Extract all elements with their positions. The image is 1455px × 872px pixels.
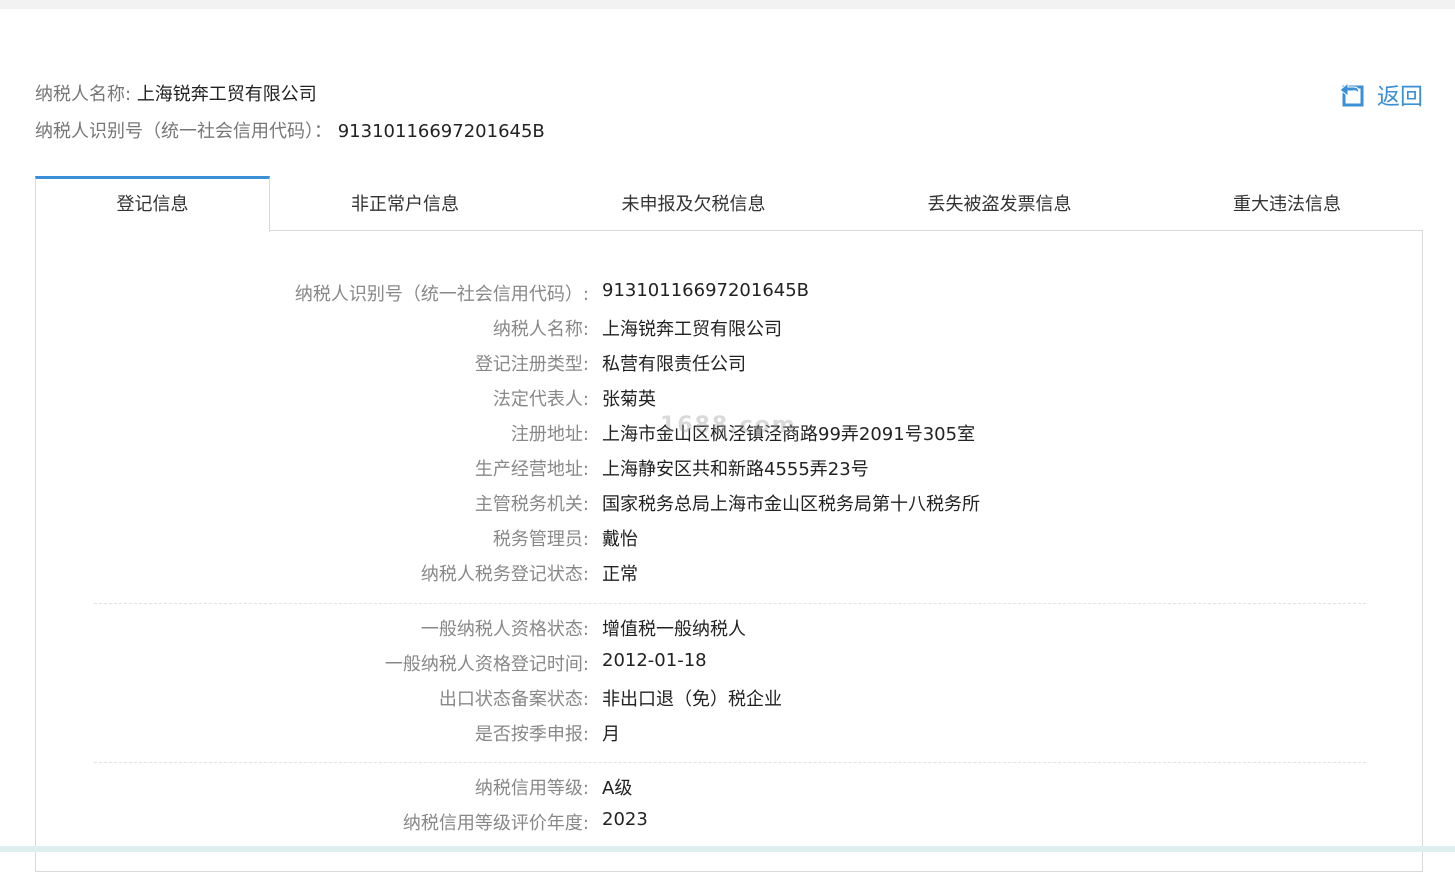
bottom-bar [0, 846, 1455, 852]
field-value: 91310116697201645B [602, 280, 810, 301]
tab-major-violation-info[interactable]: 重大违法信息 [1152, 176, 1422, 231]
field-value: 正常 [602, 564, 638, 585]
field-value: 国家税务总局上海市金山区税务局第十八税务所 [602, 494, 980, 515]
field-value: 非出口退（免）税企业 [602, 689, 782, 710]
section-divider [94, 603, 1366, 604]
field-row: 税务管理员: 戴怡 [36, 525, 1422, 555]
field-row: 纳税信用等级评价年度: 2023 [36, 809, 1422, 839]
section-divider [94, 762, 1366, 763]
taxpayer-id-label: 纳税人识别号（统一社会信用代码）： [35, 121, 332, 142]
tab-label: 丢失被盗发票信息 [927, 194, 1072, 215]
field-label: 是否按季申报: [474, 724, 589, 745]
taxpayer-name-value: 上海锐奔工贸有限公司 [136, 84, 317, 105]
field-label: 主管税务机关: [474, 494, 589, 515]
field-row: 是否按季申报: 月 [36, 720, 1422, 750]
field-row: 生产经营地址: 上海静安区共和新路4555弄23号 [36, 455, 1422, 485]
field-label: 一般纳税人资格状态: [420, 619, 589, 640]
back-label: 返回 [1377, 84, 1423, 110]
tab-label: 重大违法信息 [1233, 194, 1341, 215]
field-label: 纳税信用等级评价年度: [402, 813, 589, 834]
field-value: 上海静安区共和新路4555弄23号 [602, 459, 869, 480]
field-value: 2012-01-18 [602, 650, 707, 671]
taxpayer-name-header: 纳税人名称: 上海锐奔工贸有限公司 [35, 80, 317, 106]
field-label: 纳税人名称: [492, 319, 589, 340]
field-label: 纳税人识别号（统一社会信用代码）: [294, 284, 589, 305]
tab-registration-info[interactable]: 登记信息 [35, 176, 270, 232]
field-value: 戴怡 [602, 529, 638, 550]
field-row: 纳税信用等级: A级 [36, 774, 1422, 804]
back-arrow-icon [1339, 81, 1364, 107]
field-label: 税务管理员: [492, 529, 589, 550]
taxpayer-name-label: 纳税人名称: [35, 84, 132, 105]
tab-lost-stolen-invoice-info[interactable]: 丢失被盗发票信息 [847, 176, 1152, 231]
field-label: 注册地址: [510, 424, 589, 445]
field-row: 登记注册类型: 私营有限责任公司 [36, 350, 1422, 380]
field-label: 一般纳税人资格登记时间: [384, 654, 589, 675]
field-row: 法定代表人: 张菊英 [36, 385, 1422, 415]
field-label: 登记注册类型: [474, 354, 589, 375]
tab-label: 未申报及欠税信息 [621, 194, 766, 215]
registration-panel: 纳税人识别号（统一社会信用代码）: 91310116697201645B 纳税人… [35, 230, 1423, 872]
field-value: 私营有限责任公司 [602, 354, 746, 375]
tab-bar: 登记信息 非正常户信息 未申报及欠税信息 丢失被盗发票信息 重大违法信息 [35, 176, 1422, 232]
field-value: 上海锐奔工贸有限公司 [602, 319, 782, 340]
watermark: 1688.com [660, 413, 797, 438]
tab-label: 登记信息 [116, 194, 189, 215]
back-button[interactable]: 返回 [1338, 78, 1423, 110]
tab-label: 非正常户信息 [351, 194, 459, 215]
tab-unfiled-arrears-info[interactable]: 未申报及欠税信息 [540, 176, 847, 231]
tab-abnormal-account-info[interactable]: 非正常户信息 [270, 176, 540, 231]
taxpayer-id-header: 纳税人识别号（统一社会信用代码）： 91310116697201645B [35, 117, 545, 143]
field-label: 法定代表人: [492, 389, 589, 410]
field-row: 出口状态备案状态: 非出口退（免）税企业 [36, 685, 1422, 715]
field-row: 主管税务机关: 国家税务总局上海市金山区税务局第十八税务所 [36, 490, 1422, 520]
field-row: 一般纳税人资格状态: 增值税一般纳税人 [36, 615, 1422, 645]
field-value: 增值税一般纳税人 [602, 619, 746, 640]
field-row: 纳税人识别号（统一社会信用代码）: 91310116697201645B [36, 280, 1422, 310]
top-bar [0, 0, 1455, 9]
field-value: 月 [602, 724, 620, 745]
field-label: 纳税信用等级: [474, 778, 589, 799]
field-label: 纳税人税务登记状态: [420, 564, 589, 585]
field-value: 张菊英 [602, 389, 656, 410]
field-value: A级 [602, 778, 633, 799]
taxpayer-id-value: 91310116697201645B [337, 121, 545, 142]
field-row: 纳税人税务登记状态: 正常 [36, 560, 1422, 590]
field-value: 2023 [602, 809, 648, 830]
field-row: 一般纳税人资格登记时间: 2012-01-18 [36, 650, 1422, 680]
field-row: 纳税人名称: 上海锐奔工贸有限公司 [36, 315, 1422, 345]
field-label: 生产经营地址: [474, 459, 589, 480]
field-label: 出口状态备案状态: [438, 689, 589, 710]
